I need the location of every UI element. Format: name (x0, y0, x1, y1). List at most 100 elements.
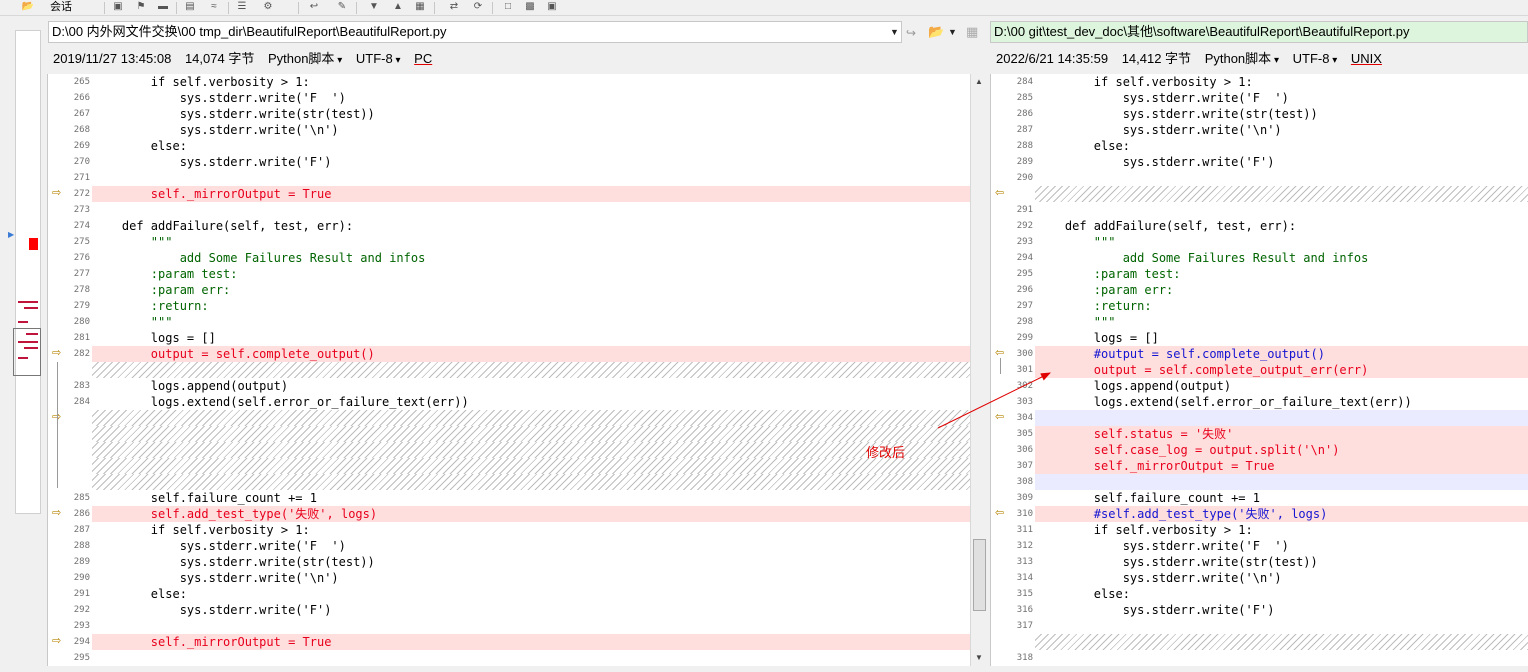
line-gutter[interactable]: ⇨ 282 (48, 346, 92, 362)
code-line[interactable]: 314 sys.stderr.write('\n') (991, 570, 1528, 586)
code-line[interactable]: ⇦ 304 (991, 410, 1528, 426)
line-gutter[interactable]: 290 (991, 170, 1035, 186)
line-text[interactable]: add Some Failures Result and infos (1035, 250, 1528, 266)
copy-right-arrow-icon[interactable]: ⇨ (52, 635, 64, 647)
code-line[interactable]: 313 sys.stderr.write(str(test)) (991, 554, 1528, 570)
line-gutter[interactable]: 301 (991, 362, 1035, 378)
code-line[interactable]: 285 sys.stderr.write('F ') (991, 90, 1528, 106)
line-gutter[interactable]: 284 (48, 394, 92, 410)
copy-left-arrow-icon[interactable]: ⇦ (995, 411, 1007, 423)
code-line[interactable]: 306 self.case_log = output.split('\n') (991, 442, 1528, 458)
code-line[interactable]: 302 logs.append(output) (991, 378, 1528, 394)
code-line[interactable]: ⇦ (991, 186, 1528, 202)
line-gutter[interactable]: ⇨ 272 (48, 186, 92, 202)
line-gutter[interactable]: 293 (48, 618, 92, 634)
line-text[interactable]: self._mirrorOutput = True (1035, 458, 1528, 474)
rules-icon[interactable]: ☰ (234, 0, 250, 14)
code-line[interactable]: 308 (991, 474, 1528, 490)
code-line[interactable]: 286 sys.stderr.write(str(test)) (991, 106, 1528, 122)
left-format-dropdown[interactable]: Python脚本 (268, 48, 342, 72)
line-gutter[interactable]: 311 (991, 522, 1035, 538)
line-text[interactable]: """ (1035, 234, 1528, 250)
diff-overview[interactable]: ▶ (0, 18, 46, 672)
refresh-icon[interactable]: ⟳ (470, 0, 486, 14)
code-line[interactable] (991, 634, 1528, 650)
code-line[interactable]: 275 """ (48, 234, 970, 250)
code-line[interactable]: 301 output = self.complete_output_err(er… (991, 362, 1528, 378)
line-gutter[interactable]: 289 (991, 154, 1035, 170)
code-line[interactable]: 271 (48, 170, 970, 186)
left-encoding-dropdown[interactable]: UTF-8 (356, 48, 401, 72)
line-text[interactable]: def addFailure(self, test, err): (92, 218, 970, 234)
code-line[interactable]: 307 self._mirrorOutput = True (991, 458, 1528, 474)
session-menu[interactable]: 会话 (50, 0, 72, 14)
scroll-up-icon[interactable]: ▲ (971, 74, 987, 90)
line-text[interactable] (92, 170, 970, 186)
line-text[interactable]: :return: (92, 298, 970, 314)
code-line[interactable]: 287 sys.stderr.write('\n') (991, 122, 1528, 138)
line-text[interactable]: sys.stderr.write('F') (1035, 602, 1528, 618)
line-text[interactable]: logs.extend(self.error_or_failure_text(e… (92, 394, 970, 410)
code-line[interactable]: ⇨ 294 self._mirrorOutput = True (48, 634, 970, 650)
line-text[interactable]: if self.verbosity > 1: (92, 522, 970, 538)
line-gutter[interactable]: 273 (48, 202, 92, 218)
line-text[interactable] (1035, 618, 1528, 634)
line-gutter[interactable]: ⇦ 304 (991, 410, 1035, 426)
line-text[interactable]: else: (92, 138, 970, 154)
right-encoding-dropdown[interactable]: UTF-8 (1293, 48, 1338, 72)
code-line[interactable]: 292 def addFailure(self, test, err): (991, 218, 1528, 234)
line-gutter[interactable]: 285 (48, 490, 92, 506)
code-line[interactable]: ⇦ 300 #output = self.complete_output() (991, 346, 1528, 362)
line-text[interactable]: """ (92, 314, 970, 330)
line-gutter[interactable]: 267 (48, 106, 92, 122)
line-text[interactable]: sys.stderr.write(str(test)) (92, 554, 970, 570)
code-line[interactable]: 284 logs.extend(self.error_or_failure_te… (48, 394, 970, 410)
line-gutter[interactable]: 268 (48, 122, 92, 138)
line-text[interactable]: sys.stderr.write('F ') (1035, 90, 1528, 106)
line-text[interactable]: self.status = '失败' (1035, 426, 1528, 442)
copy-left-arrow-icon[interactable]: ⇦ (995, 187, 1007, 199)
line-gutter[interactable]: 299 (991, 330, 1035, 346)
code-line[interactable] (48, 474, 970, 490)
line-text[interactable]: logs = [] (92, 330, 970, 346)
line-text[interactable]: :param test: (1035, 266, 1528, 282)
line-text[interactable]: sys.stderr.write(str(test)) (1035, 106, 1528, 122)
hex-icon[interactable]: ▩ (522, 0, 538, 14)
line-text[interactable]: else: (1035, 586, 1528, 602)
code-line[interactable]: 290 sys.stderr.write('\n') (48, 570, 970, 586)
code-line[interactable]: 289 sys.stderr.write('F') (991, 154, 1528, 170)
code-line[interactable]: 290 (991, 170, 1528, 186)
copy-right-arrow-icon[interactable]: ⇨ (52, 507, 64, 519)
line-gutter[interactable]: 292 (991, 218, 1035, 234)
line-text[interactable]: sys.stderr.write(str(test)) (92, 106, 970, 122)
line-text[interactable] (1035, 186, 1528, 202)
line-text[interactable]: #output = self.complete_output() (1035, 346, 1528, 362)
code-line[interactable]: 285 self.failure_count += 1 (48, 490, 970, 506)
line-gutter[interactable]: 297 (991, 298, 1035, 314)
line-text[interactable]: self.failure_count += 1 (92, 490, 970, 506)
line-text[interactable]: sys.stderr.write('F') (1035, 154, 1528, 170)
line-gutter[interactable]: 313 (991, 554, 1035, 570)
line-text[interactable] (92, 362, 970, 378)
line-gutter[interactable]: 281 (48, 330, 92, 346)
line-gutter[interactable]: 294 (991, 250, 1035, 266)
code-line[interactable]: 317 (991, 618, 1528, 634)
code-line[interactable]: 267 sys.stderr.write(str(test)) (48, 106, 970, 122)
line-gutter[interactable]: 315 (991, 586, 1035, 602)
line-gutter[interactable]: 290 (48, 570, 92, 586)
code-line[interactable]: ⇨ 272 self._mirrorOutput = True (48, 186, 970, 202)
code-line[interactable]: 291 else: (48, 586, 970, 602)
code-line[interactable]: 269 else: (48, 138, 970, 154)
line-text[interactable]: output = self.complete_output() (92, 346, 970, 362)
line-gutter[interactable]: 292 (48, 602, 92, 618)
code-line[interactable]: ⇦ 310 #self.add_test_type('失败', logs) (991, 506, 1528, 522)
copy-left-arrow-icon[interactable]: ⇦ (995, 507, 1007, 519)
line-gutter[interactable]: 279 (48, 298, 92, 314)
line-gutter[interactable]: 271 (48, 170, 92, 186)
line-gutter[interactable]: 285 (991, 90, 1035, 106)
line-gutter[interactable]: ⇨ 294 (48, 634, 92, 650)
line-gutter[interactable]: 296 (991, 282, 1035, 298)
code-line[interactable]: 293 (48, 618, 970, 634)
right-code-pane[interactable]: 284 if self.verbosity > 1: 285 sys.stderr… (990, 74, 1528, 666)
line-text[interactable]: if self.verbosity > 1: (1035, 522, 1528, 538)
